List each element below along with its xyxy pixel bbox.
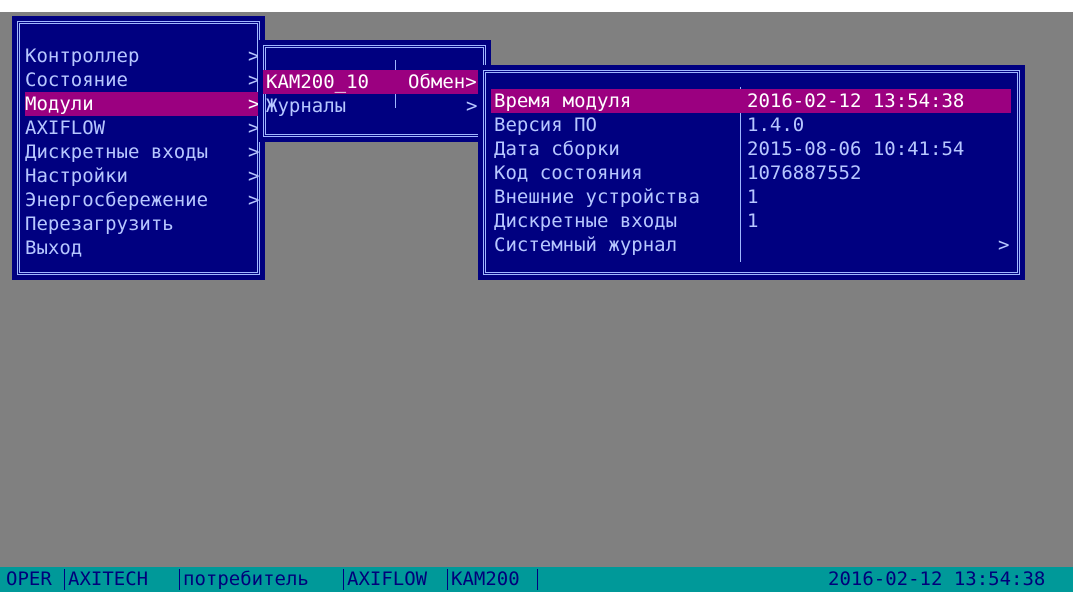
menu-item-label: Выход <box>25 237 83 259</box>
info-value: 1076887552 <box>747 162 862 184</box>
submenu-item-journals[interactable]: Журналы > <box>263 94 486 118</box>
info-row-firmware-version[interactable]: Версия ПО 1.4.0 <box>491 113 1011 137</box>
menu-item-energy-saving[interactable]: Энергосбережение > <box>25 188 260 212</box>
submenu-arrow-icon: > <box>466 95 478 117</box>
info-label: Версия ПО <box>494 114 597 136</box>
status-separator <box>447 569 448 590</box>
status-segment-vendor: AXITECH <box>68 568 149 590</box>
exchange-label: Обмен> <box>408 71 477 93</box>
submenu-arrow-icon: > <box>248 141 260 163</box>
status-separator <box>343 569 344 590</box>
info-row-discrete-inputs[interactable]: Дискретные входы 1 <box>491 209 1011 233</box>
status-datetime: 2016-02-12 13:54:38 <box>828 568 1046 590</box>
menu-item-settings[interactable]: Настройки > <box>25 164 260 188</box>
main-menu: Контроллер > Состояние > Модули > AXIFLO… <box>12 16 265 280</box>
info-label: Дискретные входы <box>494 210 678 232</box>
info-row-system-journal[interactable]: Системный журнал > <box>491 233 1011 257</box>
submenu-item-kam200[interactable]: KAM200_10 Обмен> <box>263 70 486 94</box>
menu-item-label: Контроллер <box>25 45 140 67</box>
menu-item-discrete-inputs[interactable]: Дискретные входы > <box>25 140 260 164</box>
menu-item-exit[interactable]: Выход <box>25 236 258 260</box>
submenu-item-label: KAM200_10 <box>266 71 369 93</box>
menu-item-reboot[interactable]: Перезагрузить <box>25 212 258 236</box>
info-row-module-time[interactable]: Время модуля 2016-02-12 13:54:38 <box>491 89 1011 113</box>
menu-item-label: Модули <box>25 93 94 115</box>
modules-submenu: KAM200_10 Обмен> Журналы > <box>258 40 491 142</box>
module-info-panel: Время модуля 2016-02-12 13:54:38 Версия … <box>478 65 1025 280</box>
submenu-arrow-icon: > <box>998 234 1010 256</box>
menu-item-label: Дискретные входы <box>25 141 209 163</box>
submenu-item-label: Журналы <box>266 95 347 117</box>
terminal-screen: Контроллер > Состояние > Модули > AXIFLO… <box>0 12 1073 592</box>
menu-item-label: Энергосбережение <box>25 189 209 211</box>
info-label: Код состояния <box>494 162 643 184</box>
info-label: Системный журнал <box>494 234 678 256</box>
status-bar: OPER AXITECH потребитель AXIFLOW KAM200 … <box>0 567 1073 592</box>
status-segment-system: AXIFLOW <box>347 568 428 590</box>
info-label: Дата сборки <box>494 138 620 160</box>
info-value: 1.4.0 <box>747 114 805 136</box>
menu-item-label: Состояние <box>25 69 128 91</box>
submenu-arrow-icon: > <box>248 165 260 187</box>
menu-item-state[interactable]: Состояние > <box>25 68 259 92</box>
menu-item-controller[interactable]: Контроллер > <box>25 44 259 68</box>
menu-item-label: Перезагрузить <box>25 213 174 235</box>
status-segment-mode: OPER <box>6 568 52 590</box>
info-row-external-devices[interactable]: Внешние устройства 1 <box>491 185 1011 209</box>
submenu-arrow-icon: > <box>248 189 260 211</box>
info-value: 2015-08-06 10:41:54 <box>747 138 965 160</box>
menu-item-modules[interactable]: Модули > <box>25 92 259 116</box>
info-value: 1 <box>747 186 759 208</box>
info-value: 2016-02-12 13:54:38 <box>747 90 965 112</box>
status-separator <box>64 569 65 590</box>
status-separator <box>537 569 538 590</box>
menu-item-label: Настройки <box>25 165 128 187</box>
info-row-state-code[interactable]: Код состояния 1076887552 <box>491 161 1011 185</box>
status-segment-user: потребитель <box>183 568 309 590</box>
info-label: Внешние устройства <box>494 186 700 208</box>
status-separator <box>179 569 180 590</box>
info-value: 1 <box>747 210 759 232</box>
info-label: Время модуля <box>494 90 632 112</box>
menu-item-label: AXIFLOW <box>25 117 106 139</box>
info-row-build-date[interactable]: Дата сборки 2015-08-06 10:41:54 <box>491 137 1011 161</box>
menu-item-axiflow[interactable]: AXIFLOW > <box>25 116 259 140</box>
status-segment-module: KAM200 <box>451 568 520 590</box>
